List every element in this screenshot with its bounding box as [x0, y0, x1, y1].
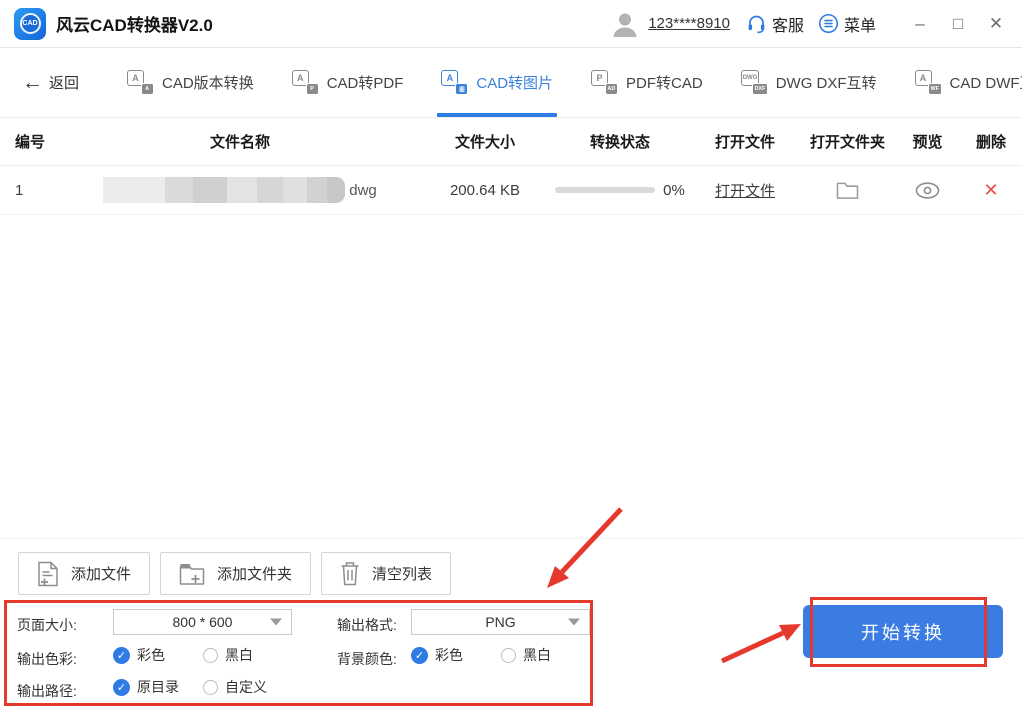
app-title: 风云CAD转换器V2.0: [56, 16, 213, 35]
clear-list-button[interactable]: 清空列表: [321, 552, 452, 595]
close-button[interactable]: ✕: [984, 12, 1008, 36]
menu-label: 菜单: [843, 17, 876, 35]
progress-bar: [555, 187, 656, 193]
open-folder-icon[interactable]: [836, 180, 859, 200]
headset-icon: [746, 13, 767, 34]
col-open-folder: 打开文件夹: [809, 134, 885, 151]
radio-checked-icon: ✓: [411, 646, 428, 664]
titlebar: CAD 风云CAD转换器V2.0 123****8910 客服 菜单 – □ ✕: [0, 0, 1022, 48]
list-divider: [0, 538, 1022, 539]
output-format-dropdown[interactable]: PNG: [411, 609, 590, 635]
row-file-name: dwg: [60, 177, 420, 203]
col-status: 转换状态: [589, 134, 650, 151]
dwg-dxf-convert-icon: DWG DXF: [740, 70, 768, 95]
add-file-button[interactable]: 添加文件: [18, 552, 151, 595]
output-color-color-radio[interactable]: ✓ 彩色: [113, 645, 165, 665]
output-color-label: 输出色彩:: [17, 651, 77, 667]
tab-bar: ← 返回 A A CAD版本转换 A P CAD转PDF A 图 CAD转图片 …: [0, 48, 1022, 118]
col-preview: 预览: [912, 134, 943, 151]
table-row: 1 dwg 200.64 KB 0% 打开文件 ✕: [0, 166, 1022, 215]
open-file-link[interactable]: 打开文件: [715, 180, 775, 201]
trash-icon: [340, 561, 360, 586]
add-folder-button[interactable]: 添加文件夹: [160, 552, 312, 595]
row-status: 0%: [550, 182, 690, 199]
output-color-bw-radio[interactable]: 黑白: [203, 645, 253, 665]
col-index: 编号: [15, 134, 46, 151]
minimize-button[interactable]: –: [908, 12, 932, 36]
col-open-file: 打开文件: [714, 134, 775, 151]
annotation-arrow-to-convert: [720, 624, 801, 664]
tab-pdf-to-cad[interactable]: P AD PDF转CAD: [591, 48, 703, 117]
radio-unchecked-icon: [203, 647, 218, 663]
app-logo-text: CAD: [19, 13, 41, 34]
back-label: 返回: [49, 75, 80, 92]
annotation-arrow-to-settings: [547, 507, 623, 588]
app-logo-icon: CAD: [14, 7, 46, 40]
output-path-label: 输出路径:: [17, 683, 77, 699]
progress-percent: 0%: [663, 181, 685, 199]
output-path-custom-radio[interactable]: 自定义: [203, 677, 267, 697]
tab-cad-to-pdf[interactable]: A P CAD转PDF: [291, 48, 403, 117]
tabs: A A CAD版本转换 A P CAD转PDF A 图 CAD转图片 P AD …: [127, 48, 1022, 117]
window-controls: – □ ✕: [908, 12, 1008, 36]
cad-to-pdf-icon: A P: [291, 70, 319, 95]
file-extension: dwg: [349, 181, 377, 199]
delete-icon[interactable]: ✕: [983, 180, 998, 201]
tab-dwg-dxf-convert[interactable]: DWG DXF DWG DXF互转: [740, 48, 877, 117]
settings-panel: 页面大小: 800 * 600 输出格式: PNG 输出色彩: ✓ 彩色 黑白 …: [4, 600, 593, 706]
radio-unchecked-icon: [501, 647, 516, 663]
cad-dwf-convert-icon: A WF: [914, 70, 942, 95]
back-arrow-icon: ←: [22, 71, 43, 94]
tab-cad-version-convert[interactable]: A A CAD版本转换: [127, 48, 254, 117]
page-size-label: 页面大小:: [17, 617, 77, 633]
background-color-label: 背景颜色:: [337, 651, 397, 667]
cad-to-image-icon: A 图: [441, 70, 469, 95]
redacted-filename: [103, 177, 346, 203]
output-path-original-radio[interactable]: ✓ 原目录: [113, 677, 179, 697]
customer-service-button[interactable]: 客服: [746, 12, 804, 36]
col-file-size: 文件大小: [454, 134, 515, 151]
user-phone-link[interactable]: 123****8910: [648, 15, 730, 32]
row-index: 1: [15, 181, 24, 199]
background-color-bw-radio[interactable]: 黑白: [501, 645, 551, 665]
tab-cad-to-image[interactable]: A 图 CAD转图片: [437, 48, 557, 117]
radio-checked-icon: ✓: [113, 646, 130, 664]
action-buttons: 添加文件 添加文件夹 清空列表: [18, 552, 452, 595]
dropdown-caret-icon: [270, 618, 282, 626]
menu-icon: [818, 13, 839, 34]
table-header: 编号 文件名称 文件大小 转换状态 打开文件 打开文件夹 预览 删除: [0, 118, 1022, 166]
background-color-color-radio[interactable]: ✓ 彩色: [411, 645, 463, 665]
col-delete: 删除: [975, 134, 1006, 151]
row-file-size: 200.64 KB: [449, 181, 521, 199]
radio-unchecked-icon: [203, 679, 218, 695]
back-button[interactable]: ← 返回: [22, 72, 79, 93]
preview-eye-icon[interactable]: [915, 181, 940, 199]
page-size-dropdown[interactable]: 800 * 600: [113, 609, 292, 635]
col-file-name: 文件名称: [209, 134, 270, 151]
customer-service-label: 客服: [771, 17, 804, 35]
pdf-to-cad-icon: P AD: [591, 70, 619, 95]
start-convert-button[interactable]: 开始转换: [803, 605, 1003, 658]
user-avatar-icon[interactable]: [610, 9, 640, 39]
cad-version-convert-icon: A A: [127, 70, 155, 95]
app-window: CAD 风云CAD转换器V2.0 123****8910 客服 菜单 – □ ✕…: [0, 0, 1022, 715]
maximize-button[interactable]: □: [946, 12, 970, 36]
add-file-icon: [37, 561, 59, 587]
menu-button[interactable]: 菜单: [818, 12, 876, 36]
add-folder-icon: [179, 562, 205, 586]
dropdown-caret-icon: [568, 618, 580, 626]
radio-checked-icon: ✓: [113, 678, 130, 696]
output-format-label: 输出格式:: [337, 617, 397, 633]
tab-cad-dwf-convert[interactable]: A WF CAD DWF互转: [914, 48, 1022, 117]
